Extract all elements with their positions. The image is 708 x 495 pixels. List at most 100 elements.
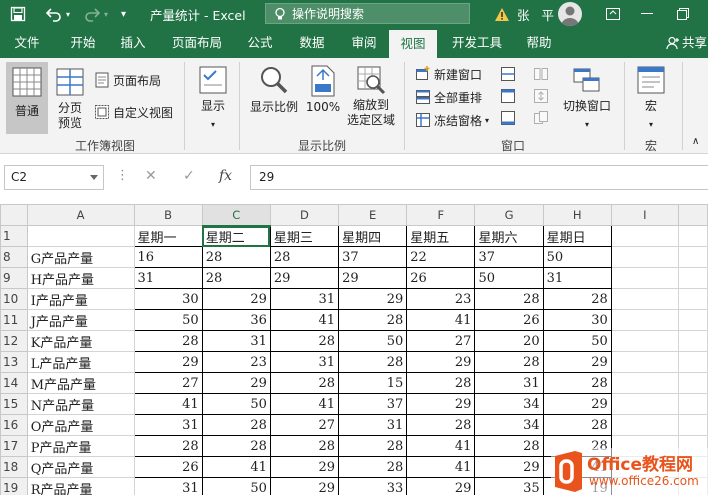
value-cell[interactable]: 28 (338, 309, 408, 331)
value-cell[interactable]: 29 (406, 351, 476, 373)
column-header-b[interactable]: B (133, 204, 203, 226)
value-cell[interactable]: 28 (542, 414, 612, 436)
product-label-cell[interactable]: K产品产量 (26, 330, 135, 352)
value-cell[interactable]: 29 (201, 372, 271, 394)
product-label-cell[interactable]: L产品产量 (26, 351, 135, 373)
tab-developer[interactable]: 开发工具 (444, 28, 510, 58)
cell[interactable] (610, 372, 679, 394)
value-cell[interactable]: 28 (201, 435, 271, 457)
product-label-cell[interactable]: I产品产量 (26, 288, 135, 310)
tab-data[interactable]: 数据 (290, 28, 334, 58)
cell[interactable] (677, 330, 708, 352)
value-cell[interactable]: 28 (133, 435, 203, 457)
value-cell[interactable]: 31 (269, 351, 340, 373)
user-avatar-icon[interactable] (558, 2, 582, 26)
product-label-cell[interactable]: G产品产量 (26, 246, 135, 268)
cell[interactable] (610, 225, 679, 247)
zoom-100-button[interactable]: 100% (304, 62, 342, 134)
row-header[interactable]: 12 (0, 330, 28, 352)
value-cell[interactable]: 28 (269, 372, 340, 394)
cell[interactable] (677, 414, 708, 436)
reset-window-position-icon[interactable] (533, 110, 549, 129)
product-label-cell[interactable]: O产品产量 (26, 414, 135, 436)
product-label-cell[interactable]: M产品产量 (26, 372, 135, 394)
value-cell[interactable]: 28 (474, 351, 544, 373)
tab-help[interactable]: 帮助 (518, 28, 560, 58)
cell[interactable] (677, 246, 708, 268)
column-header-f[interactable]: F (406, 204, 476, 226)
value-cell[interactable]: 36 (201, 309, 271, 331)
cell[interactable] (26, 225, 135, 247)
cell[interactable] (610, 351, 679, 373)
value-cell[interactable]: 27 (406, 330, 476, 352)
value-cell[interactable]: 29 (269, 456, 340, 478)
cell[interactable] (677, 309, 708, 331)
value-cell[interactable]: 29 (474, 456, 544, 478)
page-layout-view-button[interactable]: 页面布局 (94, 70, 161, 90)
new-window-button[interactable]: 新建窗口 (415, 64, 482, 84)
value-cell[interactable]: 31 (269, 288, 340, 310)
hide-window-icon[interactable] (500, 88, 516, 107)
value-cell[interactable]: 34 (474, 414, 544, 436)
insert-function-icon[interactable]: fx (219, 168, 232, 184)
more-options-icon[interactable]: ⋮ (116, 168, 129, 183)
column-header-h[interactable]: H (542, 204, 612, 226)
value-cell[interactable]: 27 (133, 372, 203, 394)
row-header[interactable]: 1 (0, 225, 28, 247)
value-cell[interactable]: 50 (542, 246, 612, 268)
value-cell[interactable]: 31 (133, 267, 203, 289)
redo-icon[interactable] (83, 0, 101, 28)
synchronous-scrolling-icon[interactable] (533, 88, 549, 107)
minimize-icon[interactable] (632, 0, 662, 28)
tell-me-search[interactable]: 操作说明搜索 (265, 3, 470, 24)
customize-toolbar-icon[interactable]: ▾ (121, 0, 126, 28)
row-header[interactable]: 17 (0, 435, 28, 457)
row-header[interactable]: 19 (0, 477, 28, 495)
value-cell[interactable]: 23 (406, 288, 476, 310)
product-label-cell[interactable]: J产品产量 (26, 309, 135, 331)
value-cell[interactable]: 31 (542, 267, 612, 289)
value-cell[interactable]: 28 (542, 288, 612, 310)
value-cell[interactable]: 28 (338, 456, 408, 478)
value-cell[interactable]: 35 (474, 477, 544, 495)
share-button[interactable]: 共享 (664, 28, 707, 58)
row-header[interactable]: 14 (0, 372, 28, 394)
cell[interactable] (677, 372, 708, 394)
value-cell[interactable]: 28 (406, 372, 476, 394)
value-cell[interactable]: 50 (201, 393, 271, 415)
value-cell[interactable]: 26 (133, 456, 203, 478)
value-cell[interactable]: 22 (406, 246, 476, 268)
value-cell[interactable]: 31 (133, 414, 203, 436)
name-box[interactable]: C2 (4, 165, 104, 190)
value-cell[interactable]: 41 (201, 456, 271, 478)
cell[interactable] (677, 288, 708, 310)
custom-views-button[interactable]: 自定义视图 (94, 102, 173, 122)
product-label-cell[interactable]: H产品产量 (26, 267, 135, 289)
undo-icon[interactable] (45, 0, 63, 28)
tab-home[interactable]: 开始 (58, 28, 108, 58)
value-cell[interactable]: 41 (406, 435, 476, 457)
value-cell[interactable]: 31 (338, 414, 408, 436)
value-cell[interactable]: 41 (133, 393, 203, 415)
zoom-to-selection-button[interactable]: 缩放到 选定区域 (344, 62, 398, 134)
value-cell[interactable]: 28 (269, 246, 340, 268)
value-cell[interactable]: 34 (474, 393, 544, 415)
day-header-cell[interactable]: 星期四 (338, 225, 408, 247)
enter-icon[interactable]: ✓ (183, 168, 195, 184)
product-label-cell[interactable]: Q产品产量 (26, 456, 135, 478)
value-cell[interactable]: 33 (338, 477, 408, 495)
cell[interactable] (610, 309, 679, 331)
zoom-button[interactable]: 显示比例 (247, 62, 301, 134)
value-cell[interactable]: 31 (133, 477, 203, 495)
value-cell[interactable]: 37 (474, 246, 544, 268)
freeze-panes-button[interactable]: 冻结窗格 ▾ (415, 110, 489, 130)
product-label-cell[interactable]: N产品产量 (26, 393, 135, 415)
row-header[interactable]: 15 (0, 393, 28, 415)
show-button[interactable]: 显示 ▾ (194, 62, 232, 134)
value-cell[interactable]: 29 (133, 351, 203, 373)
view-side-by-side-icon[interactable] (533, 66, 549, 85)
day-header-cell[interactable]: 星期五 (406, 225, 476, 247)
value-cell[interactable]: 26 (406, 267, 476, 289)
collapse-ribbon-icon[interactable]: ∧ (692, 136, 699, 147)
row-header[interactable]: 9 (0, 267, 28, 289)
